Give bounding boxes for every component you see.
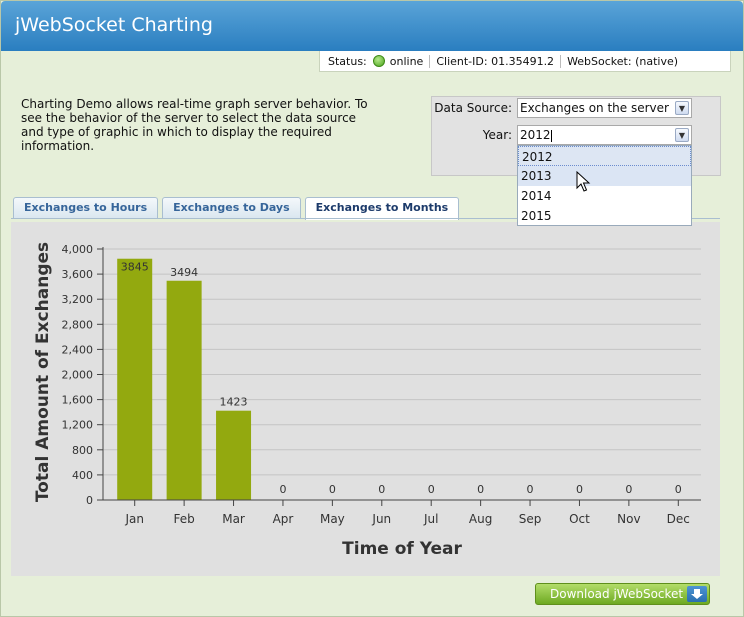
intro-text: Charting Demo allows real-time graph ser… — [21, 97, 368, 153]
y-tick-label: 0 — [86, 494, 93, 507]
data-label-sep: 0 — [527, 483, 534, 496]
client-id-value: 01.35491.2 — [491, 54, 555, 68]
year-option-2014[interactable]: 2014 — [518, 186, 691, 206]
data-source-select[interactable]: Exchanges on the server ▼ — [517, 98, 692, 118]
x-tick-label-feb: Feb — [174, 512, 195, 526]
y-axis-title: Total Amount of Exchanges — [33, 242, 53, 502]
year-option-2015[interactable]: 2015 — [518, 206, 691, 226]
x-axis-title: Time of Year — [342, 539, 462, 559]
x-tick-label-aug: Aug — [469, 512, 492, 526]
y-tick-label: 3,200 — [62, 293, 94, 306]
app-header: jWebSocket Charting — [1, 1, 743, 51]
y-tick-label: 1,600 — [62, 394, 94, 407]
data-label-jul: 0 — [428, 483, 435, 496]
data-label-oct: 0 — [576, 483, 583, 496]
y-tick-label: 2,000 — [62, 369, 94, 382]
tab-exchanges-to-hours[interactable]: Exchanges to Hours — [13, 197, 159, 219]
bar-jan — [117, 258, 153, 500]
bar-feb — [166, 280, 202, 500]
chevron-down-icon[interactable]: ▼ — [675, 101, 689, 115]
chart-bars — [117, 258, 252, 500]
data-label-aug: 0 — [477, 483, 484, 496]
year-label: Year: — [482, 128, 512, 142]
data-label-dec: 0 — [675, 483, 682, 496]
x-tick-label-nov: Nov — [617, 512, 640, 526]
client-id-label: Client-ID: — [436, 54, 488, 68]
x-tick-label-sep: Sep — [519, 512, 542, 526]
status-label: Status: — [328, 54, 367, 68]
download-button-label: Download jWebSocket — [550, 587, 684, 601]
data-label-nov: 0 — [625, 483, 632, 496]
y-tick-label: 2,400 — [62, 343, 94, 356]
websocket-value: (native) — [635, 54, 679, 68]
x-tick-label-may: May — [320, 512, 345, 526]
status-divider — [429, 54, 431, 68]
data-label-feb: 3494 — [170, 266, 198, 279]
year-dropdown-list[interactable]: 2012 2013 2014 2015 — [517, 145, 692, 226]
data-label-jun: 0 — [378, 483, 385, 496]
year-value: 2012 — [520, 128, 551, 142]
y-tick-label: 4,000 — [62, 243, 94, 256]
chart-panel: 0 400 800 1,200 1,600 2,000 2,400 2,800 3,200 3,6… — [11, 222, 720, 576]
status-divider — [560, 54, 562, 68]
x-tick-label-jun: Jun — [371, 512, 391, 526]
x-tick-label-oct: Oct — [569, 512, 590, 526]
x-tick-label-jan: Jan — [124, 512, 144, 526]
websocket-label: WebSocket: — [567, 54, 632, 68]
app-title: jWebSocket Charting — [15, 14, 213, 36]
y-tick-label: 1,200 — [62, 419, 94, 432]
online-status-icon — [372, 55, 385, 67]
x-axis-ticks: Jan Feb Mar Apr May Jun Jul Aug Sep Oct Nov Dec — [124, 500, 690, 526]
y-tick-label: 400 — [72, 469, 93, 482]
y-tick-label: 2,800 — [62, 318, 94, 331]
x-tick-label-jul: Jul — [423, 512, 438, 526]
data-label-may: 0 — [329, 483, 336, 496]
tab-exchanges-to-days[interactable]: Exchanges to Days — [162, 197, 301, 219]
tab-exchanges-to-months[interactable]: Exchanges to Months — [304, 197, 460, 220]
download-button[interactable]: Download jWebSocket — [535, 583, 710, 605]
year-option-2013[interactable]: 2013 — [518, 166, 691, 186]
mouse-pointer-icon — [576, 171, 591, 192]
data-label-apr: 0 — [279, 483, 286, 496]
chevron-down-icon[interactable]: ▼ — [675, 128, 689, 142]
year-select[interactable]: 2012 ▼ — [517, 125, 692, 145]
data-label-jan: 3845 — [121, 261, 149, 274]
download-arrow-icon — [687, 586, 707, 602]
y-tick-label: 3,600 — [62, 268, 94, 281]
app-window: jWebSocket Charting Status: online Clien… — [0, 0, 744, 617]
x-tick-label-dec: Dec — [667, 512, 690, 526]
y-tick-label: 800 — [72, 444, 93, 457]
data-source-value: Exchanges on the server — [520, 101, 669, 115]
year-option-2012[interactable]: 2012 — [518, 146, 691, 166]
y-axis-ticks: 0 400 800 1,200 1,600 2,000 2,400 2,800 3,200 3,6… — [62, 243, 104, 507]
chart-tabs: Exchanges to Hours Exchanges to Days Exc… — [13, 197, 460, 220]
bar-mar — [216, 410, 252, 500]
status-value: online — [389, 54, 424, 68]
status-bar: Status: online Client-ID: 01.35491.2 Web… — [319, 51, 731, 72]
bar-chart: 0 400 800 1,200 1,600 2,000 2,400 2,800 3,200 3,6… — [33, 242, 701, 559]
x-tick-label-mar: Mar — [222, 512, 245, 526]
data-label-mar: 1423 — [220, 396, 248, 409]
data-source-label: Data Source: — [434, 101, 512, 115]
chart-data-labels: 3845 3494 1423 0 0 0 0 0 0 0 0 0 — [121, 261, 682, 496]
x-tick-label-apr: Apr — [273, 512, 294, 526]
